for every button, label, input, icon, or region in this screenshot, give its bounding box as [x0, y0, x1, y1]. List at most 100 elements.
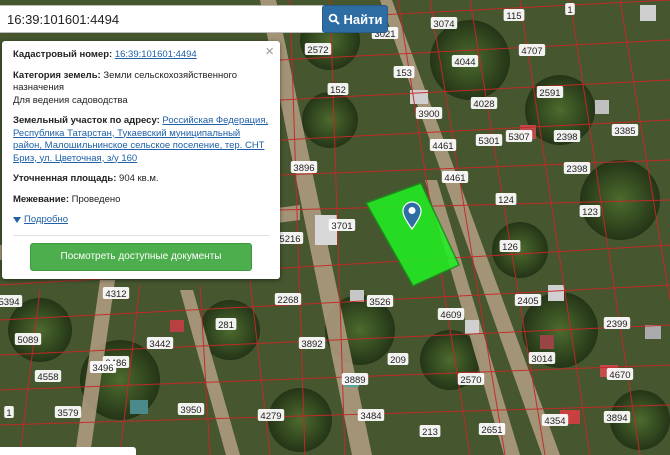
parcel-number-label: 1 — [565, 3, 575, 16]
svg-text:2572: 2572 — [307, 45, 328, 56]
area-value: 904 кв.м. — [119, 173, 159, 184]
parcel-number-label: 4707 — [518, 44, 546, 57]
parcel-number-label: 5394 — [0, 295, 23, 308]
parcel-number-label: 153 — [393, 66, 415, 79]
cadastral-link[interactable]: 16:39:101601:4494 — [115, 49, 197, 60]
parcel-number-label: 3889 — [341, 373, 369, 386]
parcel-number-label: 281 — [215, 318, 237, 331]
svg-text:5089: 5089 — [17, 335, 38, 346]
parcel-number-label: 4609 — [437, 308, 465, 321]
svg-text:5307: 5307 — [508, 132, 529, 143]
parcel-number-label: 4670 — [606, 368, 634, 381]
svg-text:2405: 2405 — [517, 296, 538, 307]
svg-text:3950: 3950 — [180, 405, 201, 416]
parcel-number-label: 3496 — [89, 361, 117, 374]
triangle-down-icon — [13, 217, 21, 224]
survey-row: Межевание: Проведено — [13, 194, 270, 207]
svg-text:4609: 4609 — [440, 310, 461, 321]
svg-text:2268: 2268 — [277, 295, 298, 306]
svg-text:124: 124 — [498, 195, 514, 206]
svg-text:5216: 5216 — [279, 234, 300, 245]
parcel-number-label: 3896 — [290, 161, 318, 174]
parcel-number-label: 2399 — [603, 317, 631, 330]
parcel-number-label: 115 — [503, 9, 525, 22]
address-row: Земельный участок по адресу: Российская … — [13, 115, 270, 165]
svg-text:152: 152 — [330, 85, 346, 96]
svg-text:4670: 4670 — [609, 370, 630, 381]
parcel-number-label: 5301 — [475, 134, 503, 147]
svg-text:3892: 3892 — [301, 339, 322, 350]
parcel-number-label: 4028 — [470, 97, 498, 110]
parcel-number-label: 3894 — [603, 411, 631, 424]
parcel-number-label: 4461 — [429, 139, 457, 152]
svg-text:3074: 3074 — [433, 19, 454, 30]
search-button[interactable]: Найти — [322, 5, 388, 33]
svg-text:4461: 4461 — [432, 141, 453, 152]
parcel-number-label: 3526 — [366, 295, 394, 308]
svg-text:4707: 4707 — [521, 46, 542, 57]
svg-text:3894: 3894 — [606, 413, 627, 424]
search-input[interactable] — [0, 5, 326, 33]
parcel-number-label: 2268 — [274, 293, 302, 306]
svg-text:115: 115 — [506, 11, 521, 22]
svg-text:3701: 3701 — [331, 221, 352, 232]
parcel-number-label: 2398 — [553, 130, 581, 143]
parcel-number-label: 3950 — [177, 403, 205, 416]
parcel-number-label: 209 — [387, 353, 409, 366]
cadastral-row: Кадастровый номер: 16:39:101601:4494 — [13, 49, 270, 62]
svg-text:4354: 4354 — [544, 416, 565, 427]
svg-text:3484: 3484 — [360, 411, 381, 422]
card-divider — [13, 235, 270, 236]
more-details-link[interactable]: Подробно — [13, 214, 270, 227]
parcel-number-label: 126 — [499, 240, 521, 253]
svg-text:3889: 3889 — [344, 375, 365, 386]
parcel-number-label: 2398 — [563, 162, 591, 175]
address-label: Земельный участок по адресу: — [13, 115, 160, 126]
parcel-number-label: 2591 — [536, 86, 564, 99]
search-button-label: Найти — [343, 11, 383, 27]
svg-text:2570: 2570 — [460, 375, 481, 386]
parcel-number-label: 5089 — [14, 333, 42, 346]
svg-text:5301: 5301 — [478, 136, 499, 147]
parcel-number-label: 3074 — [430, 17, 458, 30]
parcel-number-label: 3484 — [357, 409, 385, 422]
svg-text:3896: 3896 — [293, 163, 314, 174]
svg-text:2651: 2651 — [481, 425, 502, 436]
parcel-number-label: 4312 — [102, 287, 130, 300]
svg-text:3442: 3442 — [149, 339, 170, 350]
svg-text:3900: 3900 — [418, 109, 439, 120]
parcel-number-label: 4044 — [451, 55, 479, 68]
svg-text:4461: 4461 — [444, 173, 465, 184]
view-documents-button[interactable]: Посмотреть доступные документы — [30, 243, 252, 271]
svg-text:3579: 3579 — [57, 408, 78, 419]
svg-text:2591: 2591 — [539, 88, 560, 99]
parcel-number-label: 4558 — [34, 370, 62, 383]
bottom-panel-tab[interactable] — [0, 447, 136, 455]
parcel-number-label: 3579 — [54, 406, 82, 419]
search-icon — [328, 13, 340, 25]
parcel-number-label: 3442 — [146, 337, 174, 350]
parcel-number-label: 3701 — [328, 219, 356, 232]
svg-text:126: 126 — [502, 242, 518, 253]
search-bar: Найти — [0, 5, 390, 33]
parcel-number-label: 3892 — [298, 337, 326, 350]
svg-text:5394: 5394 — [0, 297, 20, 308]
svg-text:4044: 4044 — [454, 57, 475, 68]
svg-text:4312: 4312 — [105, 289, 126, 300]
parcel-number-label: 124 — [495, 193, 517, 206]
cadastral-label: Кадастровый номер: — [13, 49, 113, 60]
parcel-number-label: 123 — [579, 205, 601, 218]
parcel-number-label: 3014 — [528, 352, 556, 365]
parcel-info-card: × Кадастровый номер: 16:39:101601:4494 К… — [2, 41, 280, 279]
parcel-number-label: 4354 — [541, 414, 569, 427]
svg-text:2399: 2399 — [606, 319, 627, 330]
more-details-label: Подробно — [24, 214, 68, 225]
parcel-number-label: 3385 — [611, 124, 639, 137]
parcel-number-label: 5307 — [505, 130, 533, 143]
svg-text:209: 209 — [390, 355, 406, 366]
parcel-number-label: 213 — [419, 425, 441, 438]
close-icon[interactable]: × — [265, 44, 274, 59]
parcel-number-label: 5216 — [276, 232, 304, 245]
svg-text:3526: 3526 — [369, 297, 390, 308]
parcel-number-label: 2570 — [457, 373, 485, 386]
